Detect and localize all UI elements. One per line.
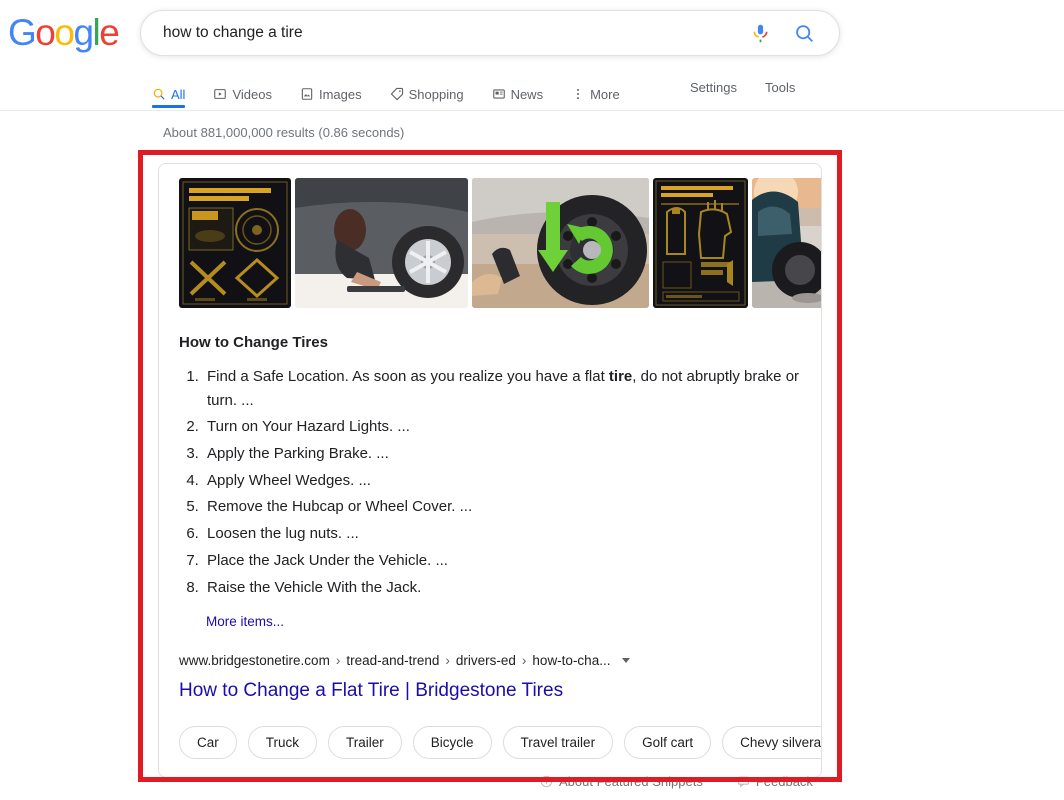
tab-news-label: News (510, 86, 544, 102)
settings-button[interactable]: Settings (690, 80, 737, 95)
thumb-wheel-with-green-arrow-diagram[interactable] (472, 178, 649, 308)
logo-letter-o1: o (35, 12, 56, 53)
search-submit-button[interactable] (785, 14, 823, 52)
tab-shopping-label: Shopping (408, 86, 464, 102)
chip-travel-trailer[interactable]: Travel trailer (502, 725, 614, 759)
breadcrumb-separator-2: › (445, 653, 450, 669)
search-icon (152, 87, 166, 101)
chip-golf-cart[interactable]: Golf cart (624, 725, 712, 759)
chip-chevy-silverado[interactable]: Chevy silverado (722, 725, 821, 759)
tab-videos-label: Videos (232, 86, 272, 102)
logo-letter-e: e (99, 12, 120, 53)
result-stats: About 881,000,000 results (0.86 seconds) (163, 125, 405, 140)
chip-trailer[interactable]: Trailer (328, 725, 402, 759)
thumb-person-kneeling-beside-car-wheel[interactable] (295, 178, 468, 308)
thumb-person-changing-tire-roadside[interactable] (752, 178, 821, 308)
tab-all-label: All (171, 86, 186, 102)
chevron-down-icon[interactable] (622, 658, 631, 664)
header-right-links: Settings Tools (690, 80, 795, 95)
search-bar[interactable] (140, 10, 840, 56)
step-1-bold: tire (608, 368, 633, 385)
tag-icon (390, 87, 404, 101)
step-5-text: Remove the Hubcap or Wheel Cover. ... (207, 498, 473, 516)
step-item-4: Apply Wheel Wedges. ... (203, 469, 801, 493)
step-item-7: Place the Jack Under the Vehicle. ... (203, 549, 801, 573)
google-logo[interactable]: Google (8, 12, 120, 53)
chip-bicycle[interactable]: Bicycle (412, 725, 492, 759)
source-domain: www.bridgestonetire.com (179, 653, 330, 669)
tab-news[interactable]: News (492, 72, 558, 108)
voice-search-button[interactable] (741, 14, 779, 52)
step-7-text: Place the Jack Under the Vehicle. ... (207, 551, 448, 569)
related-refinement-chips: Car Truck Trailer Bicycle Travel trailer… (159, 704, 821, 777)
step-item-1: Find a Safe Location. As soon as you rea… (203, 365, 801, 412)
chip-car[interactable]: Car (179, 725, 237, 759)
info-icon (540, 775, 553, 788)
image-icon (300, 87, 314, 101)
video-icon (213, 87, 227, 101)
tab-videos[interactable]: Videos (213, 72, 286, 108)
tab-shopping[interactable]: Shopping (390, 72, 478, 108)
google-search-results-page: Google how to change a tire All Videos I… (0, 0, 1064, 800)
source-result-title-link[interactable]: How to Change a Flat Tire | Bridgestone … (179, 679, 801, 704)
tab-images[interactable]: Images (300, 72, 376, 108)
news-icon (492, 87, 506, 101)
source-path-1: tread-and-trend (346, 653, 440, 669)
search-tabs: All Videos Images Shopping News More (152, 72, 648, 110)
step-4-text: Apply Wheel Wedges. ... (207, 471, 371, 489)
snippet-footer-links: About Featured Snippets Feedback (540, 774, 813, 789)
search-input[interactable] (141, 24, 741, 42)
step-item-2: Turn on Your Hazard Lights. ... (203, 415, 801, 439)
about-featured-snippets-label: About Featured Snippets (559, 774, 703, 789)
tab-more[interactable]: More (571, 72, 634, 108)
step-2-text: Turn on Your Hazard Lights. ... (207, 418, 410, 436)
breadcrumb-separator-1: › (335, 653, 341, 669)
chip-truck[interactable]: Truck (247, 725, 318, 759)
thumb-infographic-items-that-dont-come-with-vehicle[interactable] (653, 178, 748, 308)
source-breadcrumb: www.bridgestonetire.com › tread-and-tren… (179, 653, 801, 668)
tab-more-label: More (590, 86, 620, 102)
step-item-6: Loosen the lug nuts. ... (203, 522, 801, 546)
step-8-text: Raise the Vehicle With the Jack. (207, 578, 422, 596)
snippet-title: How to Change Tires (179, 334, 328, 351)
logo-letter-G: G (8, 12, 37, 53)
tab-all[interactable]: All (152, 72, 199, 108)
about-featured-snippets-link[interactable]: About Featured Snippets (540, 774, 703, 789)
tab-active-underline (152, 105, 186, 108)
tab-images-label: Images (318, 86, 362, 102)
snippet-body: How to Change Tires Find a Safe Location… (159, 312, 821, 631)
step-3-text: Apply the Parking Brake. ... (207, 445, 389, 463)
step-1-pre: Find a Safe Location. As soon as you rea… (207, 368, 609, 385)
snippet-steps-list: Find a Safe Location. As soon as you rea… (179, 365, 801, 599)
microphone-icon (753, 24, 767, 42)
more-vertical-icon (571, 87, 585, 101)
tools-button[interactable]: Tools (765, 80, 795, 95)
step-item-3: Apply the Parking Brake. ... (203, 442, 801, 466)
search-icon (795, 24, 813, 42)
logo-letter-g: g (73, 12, 94, 53)
featured-snippet-card: How to Change Tires Find a Safe Location… (158, 163, 822, 778)
step-item-5: Remove the Hubcap or Wheel Cover. ... (203, 495, 801, 519)
thumb-infographic-items-that-come-with-vehicle[interactable] (179, 178, 291, 308)
feedback-icon (737, 776, 749, 788)
snippet-image-strip (159, 164, 821, 312)
step-item-8: Raise the Vehicle With the Jack. (203, 576, 801, 600)
feedback-link[interactable]: Feedback (737, 774, 813, 789)
snippet-source-block: www.bridgestonetire.com › tread-and-tren… (159, 631, 821, 704)
step-6-text: Loosen the lug nuts. ... (207, 525, 359, 543)
source-path-2: drivers-ed (455, 653, 516, 669)
more-items-link[interactable]: More items... (206, 614, 284, 629)
breadcrumb-separator-3: › (521, 653, 527, 669)
search-header: Google how to change a tire All Videos I… (0, 0, 1064, 111)
feedback-label: Feedback (755, 774, 813, 789)
logo-letter-o2: o (54, 12, 75, 53)
source-path-3: how-to-cha... (532, 653, 611, 669)
